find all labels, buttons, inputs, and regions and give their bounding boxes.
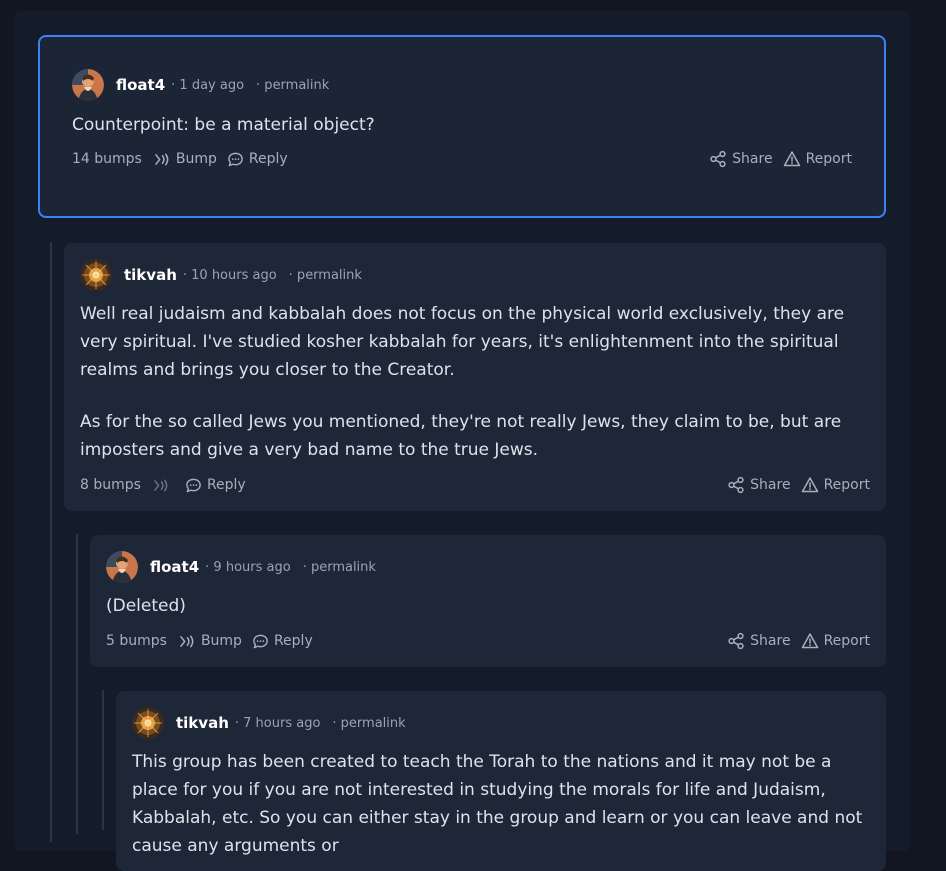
bump-icon [179, 634, 196, 649]
reply-label: Reply [206, 477, 246, 493]
bump-count: 14 bumps [72, 151, 142, 167]
timestamp: · 10 hours ago [182, 267, 277, 283]
reply-button[interactable]: Reply [227, 151, 288, 168]
share-button[interactable]: Share [709, 150, 773, 168]
bump-button[interactable] [153, 478, 175, 493]
comment-paragraph: This group has been created to teach the… [132, 752, 863, 856]
reply-button[interactable]: Reply [252, 633, 313, 650]
share-icon [727, 632, 745, 650]
permalink-link[interactable]: · permalink [289, 268, 362, 283]
report-label: Report [805, 151, 852, 167]
comment-paragraph: (Deleted) [106, 596, 186, 616]
avatar[interactable] [80, 259, 112, 291]
warning-icon [801, 476, 819, 494]
comment-card: float4 · 9 hours ago · permalink (Delete… [90, 535, 886, 667]
bump-label: Bump [200, 633, 242, 649]
share-icon [709, 150, 727, 168]
thread-line[interactable] [50, 242, 52, 842]
warning-icon [801, 632, 819, 650]
reply-label: Reply [248, 151, 288, 167]
comment-paragraph: As for the so called Jews you mentioned,… [80, 412, 842, 460]
comment-body: Well real judaism and kabbalah does not … [80, 300, 870, 464]
reply-button[interactable]: Reply [185, 477, 246, 494]
chat-bubble-icon [227, 151, 244, 168]
share-button[interactable]: Share [727, 632, 791, 650]
thread-line[interactable] [76, 534, 78, 834]
timestamp: · 7 hours ago [234, 715, 321, 731]
report-label: Report [823, 477, 870, 493]
share-button[interactable]: Share [727, 476, 791, 494]
share-icon [727, 476, 745, 494]
comment-body: This group has been created to teach the… [132, 748, 872, 860]
report-button[interactable]: Report [783, 150, 852, 168]
comment-body: Counterpoint: be a material object? [72, 111, 852, 139]
chat-bubble-icon [185, 477, 202, 494]
warning-icon [783, 150, 801, 168]
comment-body: (Deleted) [106, 592, 866, 620]
comment-card: tikvah · 10 hours ago · permalink Well r… [64, 243, 886, 511]
share-label: Share [732, 151, 773, 167]
permalink-link[interactable]: · permalink [332, 716, 405, 731]
comment-card-highlighted: float4 · 1 day ago · permalink Counterpo… [38, 35, 886, 218]
bump-count: 8 bumps [80, 477, 141, 493]
avatar[interactable] [106, 551, 138, 583]
permalink-link[interactable]: · permalink [303, 560, 376, 575]
share-label: Share [750, 633, 791, 649]
bump-count: 5 bumps [106, 633, 167, 649]
permalink-link[interactable]: · permalink [256, 78, 329, 93]
comment-card: tikvah · 7 hours ago · permalink This gr… [116, 691, 886, 871]
timestamp: · 9 hours ago [205, 559, 291, 575]
report-label: Report [823, 633, 870, 649]
username[interactable]: tikvah [176, 714, 229, 732]
timestamp: · 1 day ago [171, 77, 245, 93]
bump-icon [153, 478, 170, 493]
username[interactable]: float4 [150, 558, 199, 576]
thread-line[interactable] [102, 690, 104, 830]
username[interactable]: tikvah [124, 266, 177, 284]
bump-button[interactable]: Bump [154, 151, 217, 167]
comment-paragraph: Counterpoint: be a material object? [72, 115, 375, 135]
avatar[interactable] [132, 707, 164, 739]
bump-button[interactable]: Bump [179, 633, 242, 649]
bump-label: Bump [175, 151, 217, 167]
comment-paragraph: Well real judaism and kabbalah does not … [80, 304, 845, 380]
reply-label: Reply [273, 633, 313, 649]
bump-icon [154, 152, 171, 167]
report-button[interactable]: Report [801, 632, 870, 650]
avatar[interactable] [72, 69, 104, 101]
username[interactable]: float4 [116, 76, 165, 94]
report-button[interactable]: Report [801, 476, 870, 494]
chat-bubble-icon [252, 633, 269, 650]
share-label: Share [750, 477, 791, 493]
